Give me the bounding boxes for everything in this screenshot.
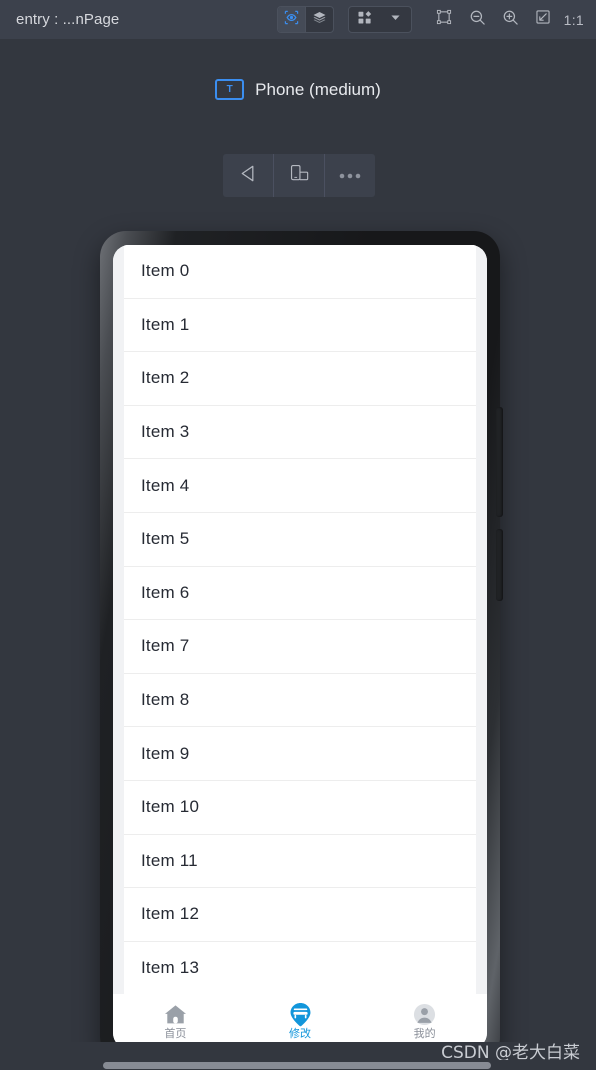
list-item-label: Item 0 — [141, 261, 190, 281]
select-frame-icon — [436, 9, 452, 30]
nav-label-modify: 修改 — [289, 1027, 311, 1040]
fit-screen-button[interactable] — [530, 7, 557, 32]
rotate-device-icon — [288, 162, 311, 190]
list-item-label: Item 5 — [141, 529, 190, 549]
back-button[interactable] — [223, 154, 273, 197]
components-dropdown-button[interactable] — [380, 7, 411, 32]
list-item[interactable]: Item 1 — [124, 298, 476, 353]
nav-label-home: 首页 — [164, 1027, 187, 1040]
device-toolbar — [223, 154, 375, 197]
device-name-label: Phone (medium) — [255, 79, 381, 99]
list-item-label: Item 13 — [141, 958, 200, 978]
chevron-down-icon — [389, 11, 402, 29]
view-mode-group — [276, 6, 334, 33]
list-item-label: Item 2 — [141, 368, 190, 388]
titlebar: entry : ...nPage 1:1 — [0, 0, 596, 39]
item-list: Item 0 Item 1 Item 2 Item 3 Item 4 Item 5 Item… — [124, 245, 476, 994]
device-type-icon: T — [215, 79, 245, 100]
nav-item-modify[interactable]: 修改 — [238, 994, 363, 1049]
list-item-label: Item 7 — [141, 636, 190, 656]
layers-icon — [312, 10, 327, 30]
list-item-label: Item 12 — [141, 904, 200, 924]
preview-eye-button[interactable] — [277, 7, 305, 32]
list-item[interactable]: Item 0 — [124, 245, 476, 299]
bus-pin-icon — [289, 1003, 312, 1027]
list-item[interactable]: Item 9 — [124, 727, 476, 781]
list-item-label: Item 6 — [141, 582, 190, 602]
list-item[interactable]: Item 6 — [124, 566, 476, 621]
bottom-navigation: 首页 修改 我的 — [113, 994, 487, 1049]
page-title: entry : ...nPage — [16, 11, 120, 28]
back-triangle-icon — [237, 162, 260, 190]
zoom-out-icon — [469, 9, 486, 31]
more-horizontal-icon — [338, 167, 362, 185]
components-grid-icon — [357, 10, 372, 30]
zoom-in-button[interactable] — [497, 7, 524, 32]
rotate-device-button[interactable] — [274, 154, 324, 197]
preview-canvas: T Phone (medium) Item 0 Item 1 Item 2 It… — [0, 39, 596, 1063]
list-item[interactable]: Item 10 — [124, 780, 476, 835]
person-icon — [413, 1003, 436, 1026]
zoom-ratio-label[interactable]: 1:1 — [564, 12, 584, 28]
preview-window: entry : ...nPage 1:1 T Phone (medium) It… — [0, 0, 596, 1070]
device-label: T Phone (medium) — [0, 79, 596, 100]
phone-screen: Item 0 Item 1 Item 2 Item 3 Item 4 Item 5 Item… — [113, 245, 487, 1049]
list-item[interactable]: Item 3 — [124, 405, 476, 460]
list-item-label: Item 11 — [141, 850, 198, 870]
list-item[interactable]: Item 7 — [124, 620, 476, 674]
titlebar-tools: 1:1 — [276, 0, 588, 39]
select-frame-button[interactable] — [431, 7, 458, 32]
horizontal-scrollbar-thumb[interactable] — [103, 1062, 491, 1069]
list-scroll-area[interactable]: Item 0 Item 1 Item 2 Item 3 Item 4 Item 5 Item… — [113, 245, 487, 994]
list-item-label: Item 4 — [141, 475, 190, 495]
list-item[interactable]: Item 8 — [124, 673, 476, 728]
nav-label-mine: 我的 — [413, 1027, 436, 1040]
list-item-label: Item 9 — [141, 743, 190, 763]
layers-button[interactable] — [306, 7, 333, 32]
list-item-label: Item 8 — [141, 690, 190, 710]
nav-item-home[interactable]: 首页 — [113, 994, 238, 1049]
preview-eye-icon — [284, 10, 299, 30]
components-group — [347, 6, 412, 33]
more-options-button[interactable] — [325, 154, 375, 197]
list-item-label: Item 3 — [141, 422, 190, 442]
zoom-in-icon — [502, 9, 519, 31]
zoom-out-button[interactable] — [464, 7, 491, 32]
list-item[interactable]: Item 13 — [124, 941, 476, 994]
list-item[interactable]: Item 2 — [124, 352, 476, 406]
components-grid-button[interactable] — [349, 7, 380, 32]
list-item[interactable]: Item 12 — [124, 888, 476, 942]
home-icon — [164, 1003, 187, 1026]
list-item-label: Item 10 — [141, 797, 200, 817]
fit-screen-icon — [535, 9, 551, 30]
list-item[interactable]: Item 11 — [124, 834, 476, 889]
list-item[interactable]: Item 5 — [124, 512, 476, 567]
phone-device: Item 0 Item 1 Item 2 Item 3 Item 4 Item 5 Item… — [100, 231, 503, 1063]
volume-button[interactable] — [496, 407, 503, 517]
power-button[interactable] — [496, 529, 503, 601]
horizontal-scrollbar-track[interactable] — [0, 1060, 596, 1070]
list-item[interactable]: Item 4 — [124, 459, 476, 513]
list-item-label: Item 1 — [141, 314, 190, 334]
